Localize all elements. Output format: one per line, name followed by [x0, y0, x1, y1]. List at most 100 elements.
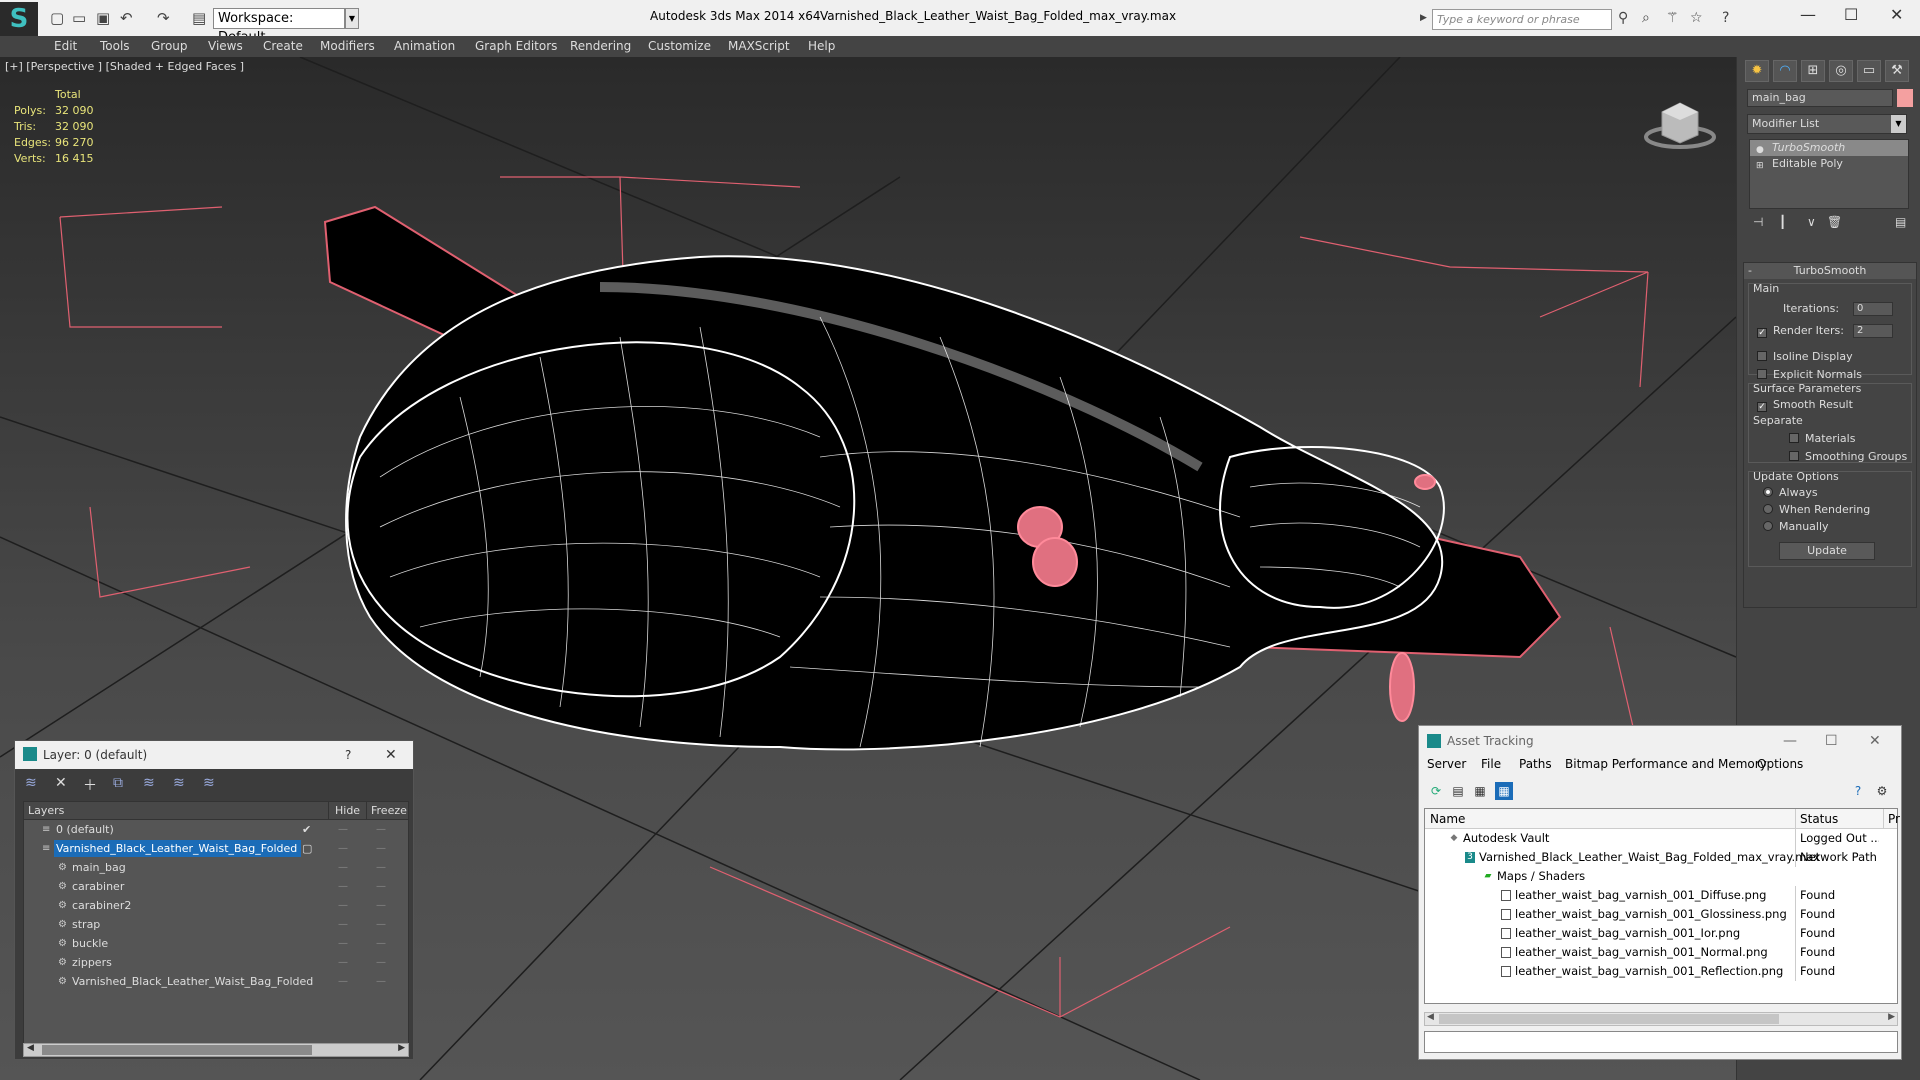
col-layers[interactable]: Layers: [28, 802, 64, 820]
hide-toggle[interactable]: —: [338, 915, 348, 934]
table-view-icon[interactable]: ▦: [1495, 782, 1513, 800]
hide-toggle[interactable]: —: [338, 858, 348, 877]
close-icon[interactable]: ✕: [1869, 726, 1881, 756]
freeze-toggle[interactable]: —: [376, 915, 386, 934]
app-logo-icon[interactable]: S: [0, 2, 38, 36]
layer-tree[interactable]: Layers Hide Freeze ≡ 0 (default) ✔ — — ≡ …: [23, 801, 409, 1053]
menu-file[interactable]: File: [1481, 757, 1501, 771]
smoothing-groups-checkbox[interactable]: Smoothing Groups: [1789, 450, 1907, 463]
help-icon[interactable]: ?: [1849, 782, 1867, 800]
scroll-right-icon[interactable]: ▶: [1888, 1012, 1895, 1022]
scroll-right-icon[interactable]: ▶: [398, 1043, 405, 1053]
freeze-toggle[interactable]: —: [376, 858, 386, 877]
detail-view-icon[interactable]: ▦: [1471, 782, 1489, 800]
viewcube-icon[interactable]: [1640, 87, 1720, 157]
object-color-swatch[interactable]: [1897, 89, 1913, 107]
satellite-icon[interactable]: ⚚: [1666, 10, 1679, 26]
asset-row[interactable]: leather_waist_bag_varnish_001_Reflection…: [1425, 962, 1897, 981]
delete-layer-icon[interactable]: ✕: [55, 775, 67, 791]
layer-row[interactable]: ≡ Varnished_Black_Leather_Waist_Bag_Fold…: [24, 839, 408, 858]
materials-checkbox[interactable]: Materials: [1789, 432, 1855, 445]
col-extra[interactable]: Pr: [1883, 809, 1900, 829]
object-name-field[interactable]: main_bag: [1747, 89, 1893, 107]
hierarchy-tab-icon[interactable]: ⊞: [1801, 60, 1825, 82]
asset-window-titlebar[interactable]: Asset Tracking — ☐ ✕: [1419, 726, 1901, 756]
col-status[interactable]: Status: [1795, 809, 1838, 829]
hide-toggle[interactable]: —: [338, 820, 348, 839]
binoculars-icon[interactable]: ⚲: [1618, 10, 1628, 26]
close-icon[interactable]: ✕: [385, 741, 397, 769]
active-layer-check-icon[interactable]: ✔: [302, 820, 311, 839]
chevron-down-icon[interactable]: ▼: [345, 8, 359, 29]
menu-customize[interactable]: Customize: [648, 39, 711, 53]
iterations-spinner[interactable]: 0: [1853, 302, 1893, 316]
freeze-all-icon[interactable]: ≋: [203, 775, 215, 791]
hide-toggle[interactable]: —: [338, 896, 348, 915]
menu-edit[interactable]: Edit: [54, 39, 77, 53]
freeze-toggle[interactable]: —: [376, 877, 386, 896]
chevron-down-icon[interactable]: ▼: [1891, 115, 1906, 133]
maximize-icon[interactable]: ☐: [1825, 726, 1838, 756]
when-rendering-radio[interactable]: When Rendering: [1763, 503, 1870, 516]
rollout-header[interactable]: - TurboSmooth: [1744, 263, 1916, 279]
render-iters-checkbox[interactable]: ✓ Render Iters:: [1757, 324, 1844, 338]
modifier-list-dropdown[interactable]: Modifier List ▼: [1747, 114, 1907, 134]
freeze-toggle[interactable]: —: [376, 820, 386, 839]
asset-path-field[interactable]: [1424, 1031, 1898, 1053]
menu-help[interactable]: Help: [808, 39, 835, 53]
make-unique-icon[interactable]: ∨: [1807, 215, 1816, 229]
project-folder-icon[interactable]: ▤: [192, 9, 206, 27]
explicit-normals-checkbox[interactable]: Explicit Normals: [1757, 368, 1862, 381]
asset-row[interactable]: 3 Varnished_Black_Leather_Waist_Bag_Fold…: [1425, 848, 1897, 867]
search-icon[interactable]: ⌕: [1642, 10, 1650, 26]
create-tab-icon[interactable]: ✹: [1745, 60, 1769, 82]
asset-row[interactable]: leather_waist_bag_varnish_001_Glossiness…: [1425, 905, 1897, 924]
scroll-thumb[interactable]: [1439, 1014, 1779, 1024]
scroll-left-icon[interactable]: ◀: [27, 1043, 34, 1053]
help-icon[interactable]: ?: [1722, 10, 1729, 26]
asset-table[interactable]: Name Status Pr ◆ Autodesk Vault Logged O…: [1424, 808, 1900, 1004]
horizontal-scrollbar[interactable]: ◀ ▶: [23, 1043, 409, 1057]
viewport-label[interactable]: [+] [Perspective ] [Shaded + Edged Faces…: [5, 60, 244, 73]
configure-sets-icon[interactable]: ▤: [1895, 215, 1906, 229]
help-icon[interactable]: ?: [345, 741, 351, 769]
hide-toggle[interactable]: —: [338, 839, 348, 858]
horizontal-scrollbar[interactable]: ◀ ▶: [1424, 1012, 1898, 1026]
menu-animation[interactable]: Animation: [394, 39, 455, 53]
minimize-icon[interactable]: —: [1783, 726, 1797, 756]
expand-icon[interactable]: ⊞: [1756, 158, 1764, 174]
asset-row[interactable]: leather_waist_bag_varnish_001_Normal.png…: [1425, 943, 1897, 962]
menu-options[interactable]: Options: [1757, 757, 1803, 771]
menu-rendering[interactable]: Rendering: [570, 39, 631, 53]
layer-object-row[interactable]: ⚙ main_bag — —: [24, 858, 408, 877]
menu-views[interactable]: Views: [208, 39, 243, 53]
freeze-toggle[interactable]: —: [376, 972, 386, 991]
hide-toggle[interactable]: —: [338, 972, 348, 991]
hide-toggle[interactable]: —: [338, 934, 348, 953]
search-input[interactable]: Type a keyword or phrase: [1432, 9, 1612, 30]
remove-modifier-icon[interactable]: 🗑: [1827, 215, 1842, 229]
add-layer-icon[interactable]: ＋: [83, 775, 97, 795]
menu-group[interactable]: Group: [151, 39, 188, 53]
menu-server[interactable]: Server: [1427, 757, 1466, 771]
layer-object-row[interactable]: ⚙ Varnished_Black_Leather_Waist_Bag_Fold…: [24, 972, 408, 991]
pin-stack-icon[interactable]: ⊣: [1753, 215, 1763, 229]
utilities-tab-icon[interactable]: ⚒: [1885, 60, 1909, 82]
hide-toggle[interactable]: —: [338, 953, 348, 972]
always-radio[interactable]: Always: [1763, 486, 1818, 499]
settings-icon[interactable]: ⚙: [1873, 782, 1891, 800]
display-tab-icon[interactable]: ▭: [1857, 60, 1881, 82]
asset-row[interactable]: ◆ Autodesk Vault Logged Out ...: [1425, 829, 1897, 848]
maximize-icon[interactable]: ☐: [1844, 5, 1858, 24]
select-layer-icon[interactable]: ⧉: [113, 775, 123, 791]
menu-bitmap-performance[interactable]: Bitmap Performance and Memory: [1565, 757, 1767, 771]
stack-item-editable-poly[interactable]: ⊞ Editable Poly: [1750, 156, 1908, 172]
save-icon[interactable]: ▣: [96, 9, 110, 27]
freeze-toggle[interactable]: —: [376, 953, 386, 972]
menu-create[interactable]: Create: [263, 39, 303, 53]
layer-object-row[interactable]: ⚙ strap — —: [24, 915, 408, 934]
set-active-icon[interactable]: ▢: [302, 839, 312, 858]
modify-tab-icon[interactable]: ◠: [1773, 60, 1797, 82]
freeze-toggle[interactable]: —: [376, 896, 386, 915]
hide-toggle[interactable]: —: [338, 877, 348, 896]
